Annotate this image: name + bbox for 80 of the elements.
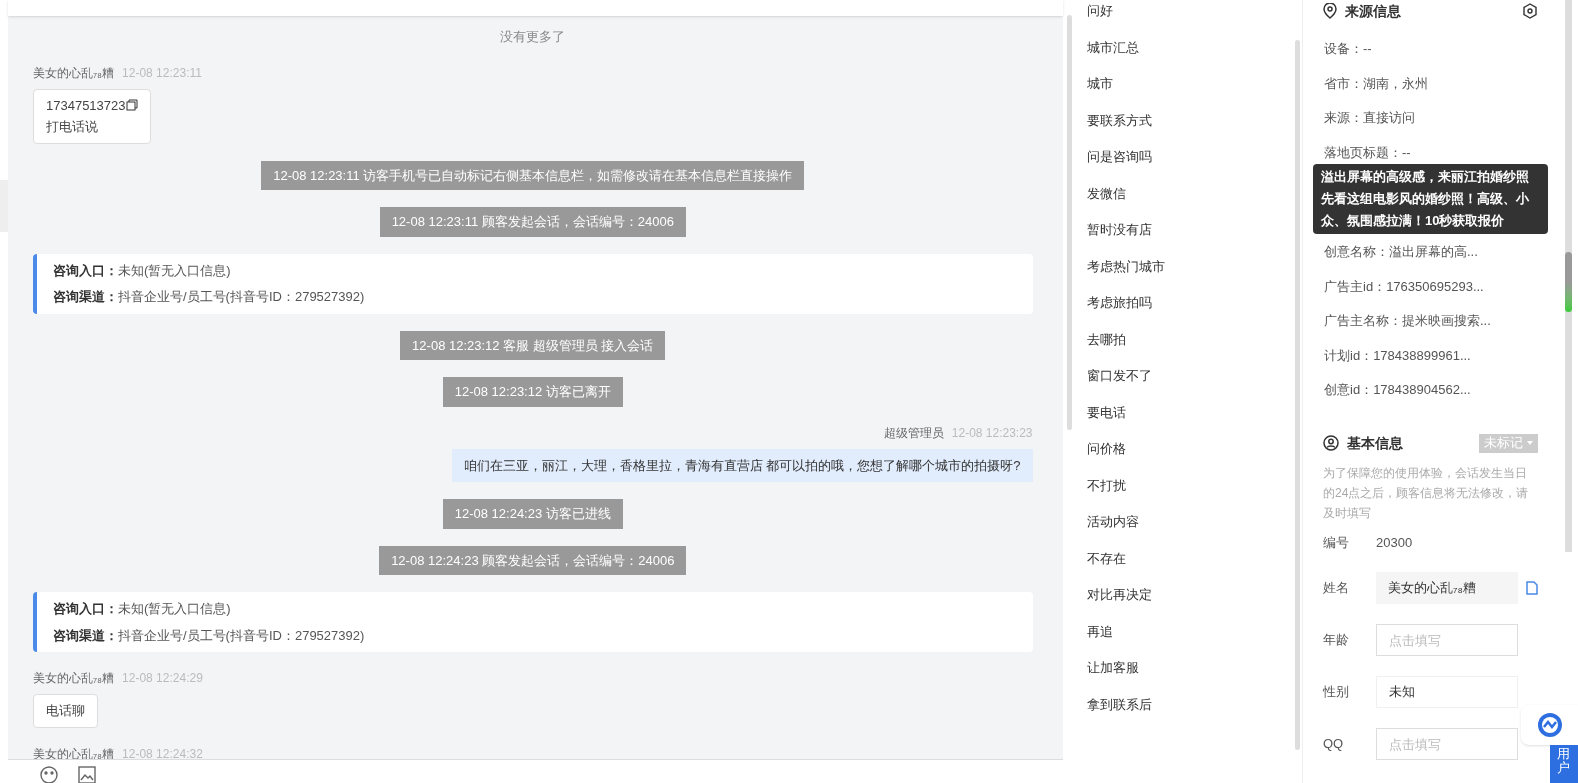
quick-reply-item[interactable]: 不打扰 xyxy=(1086,475,1292,495)
quick-reply-item[interactable]: 窗口发不了 xyxy=(1086,366,1292,386)
quick-reply-item[interactable]: 拿到联系后 xyxy=(1086,694,1292,714)
quick-reply-item[interactable]: 再追 xyxy=(1086,621,1292,641)
gender-select[interactable]: 未知 xyxy=(1376,676,1518,708)
source-row-text: 省市：湖南，永州 xyxy=(1324,74,1429,93)
sender-name: 美女的心乱₇₈糟 xyxy=(33,670,115,687)
input-field[interactable]: 点击填写 xyxy=(1376,624,1518,656)
name-field[interactable]: 美女的心乱₇₈糟 xyxy=(1376,572,1518,604)
quick-reply-item[interactable]: 问好 xyxy=(1086,1,1292,21)
field-label: 姓名 xyxy=(1323,579,1350,598)
quick-reply-item[interactable]: 城市汇总 xyxy=(1086,37,1292,57)
system-notice: 12-08 12:23:11 访客手机号已自动标记右侧基本信息栏，如需修改请在基本信息栏直接操作 xyxy=(261,160,805,190)
source-row-text: 计划id：178438899961... xyxy=(1324,346,1472,365)
system-notice: 12-08 12:23:12 访客已离开 xyxy=(442,377,623,407)
location-pin-icon xyxy=(1323,3,1337,19)
source-row-text: 来源：直接访问 xyxy=(1324,109,1416,127)
info-line: 咨询渠道：抖音企业号/员工号(抖音号ID：279527392) xyxy=(53,626,366,645)
field-label: 编号 xyxy=(1323,533,1350,552)
quick-reply-item[interactable]: 发微信 xyxy=(1086,183,1292,203)
scrollbar-thumb[interactable] xyxy=(1564,252,1572,312)
notice-text: 为了保障您的使用体验，会话发生当日的24点之后，顾客信息将无法修改，请及时填写 xyxy=(1323,464,1530,522)
message-bubble: 咱们在三亚，丽江，大理，香格里拉，青海有直营店 都可以拍的哦，您想了解哪个城市的拍摄呀? xyxy=(451,448,1033,482)
info-line: 咨询渠道：抖音企业号/员工号(抖音号ID：279527392) xyxy=(53,288,366,306)
source-row-text: 创意名称：溢出屏幕的高... xyxy=(1324,243,1479,261)
sender-name: 美女的心乱₇₈糟 xyxy=(33,64,115,82)
section-title: 基本信息 xyxy=(1347,433,1403,453)
quick-reply-item[interactable]: 去哪拍 xyxy=(1086,329,1292,349)
source-row-text: 广告主名称：提米映画搜索... xyxy=(1324,312,1492,330)
system-notice: 12-08 12:23:12 客服 超级管理员 接入会话 xyxy=(400,330,666,360)
scrollbar[interactable] xyxy=(1294,40,1300,750)
sender-name: 美女的心乱₇₈糟 xyxy=(33,745,115,759)
field-label: 性别 xyxy=(1323,683,1350,702)
source-row-text: 创意id：178438904562... xyxy=(1324,381,1472,399)
quick-reply-item[interactable]: 城市 xyxy=(1086,74,1292,94)
sender-name: 超级管理员 xyxy=(883,424,944,442)
system-notice: 12-08 12:24:23 访客已进线 xyxy=(442,499,623,529)
settings-icon[interactable] xyxy=(1522,3,1538,19)
caret-icon xyxy=(1527,441,1533,445)
source-row-text: 广告主id：176350695293... xyxy=(1324,277,1485,296)
quick-reply-item[interactable]: 考虑热门城市 xyxy=(1086,256,1292,276)
info-line: 咨询入口：未知(暂无入口信息) xyxy=(53,261,232,280)
emoji-icon[interactable] xyxy=(40,766,58,783)
image-icon[interactable] xyxy=(78,766,96,783)
message-time: 12-08 12:23:23 xyxy=(951,424,1033,442)
input-field[interactable]: 点击填写 xyxy=(1376,728,1518,760)
copy-icon[interactable] xyxy=(1526,581,1538,595)
info-line: 咨询入口：未知(暂无入口信息) xyxy=(53,600,232,618)
source-row-text: 落地页标题：-- xyxy=(1324,143,1412,162)
quick-reply-item[interactable]: 考虑旅拍吗 xyxy=(1086,293,1292,313)
field-value: 20300 xyxy=(1376,533,1413,552)
message-text: 17347513723 xyxy=(46,96,126,115)
scrollbar[interactable] xyxy=(1067,15,1073,430)
quick-reply-item[interactable]: 不存在 xyxy=(1086,548,1292,568)
system-notice: 12-08 12:24:23 顾客发起会话，会话编号：24006 xyxy=(379,545,687,575)
no-more-label: 没有更多了 xyxy=(500,28,566,46)
field-label: QQ xyxy=(1323,735,1345,754)
quick-reply-item[interactable]: 问价格 xyxy=(1086,439,1292,459)
source-row-text: 设备：-- xyxy=(1324,40,1373,58)
quick-reply-item[interactable]: 暂时没有店 xyxy=(1086,220,1292,240)
quick-reply-item[interactable]: 要联系方式 xyxy=(1086,110,1292,130)
side-tab[interactable]: 用户 xyxy=(1550,745,1578,783)
quick-reply-item[interactable]: 问是咨询吗 xyxy=(1086,147,1292,167)
message-time: 12-08 12:23:11 xyxy=(122,64,202,82)
system-notice: 12-08 12:23:11 顾客发起会话，会话编号：24006 xyxy=(379,207,686,237)
tooltip: 溢出屏幕的高级感，来丽江拍婚纱照先看这组电影风的婚纱照！高级、小众、氛围感拉满！10秒获取报价 xyxy=(1313,164,1548,234)
copy-icon[interactable] xyxy=(125,99,138,112)
user-circle-icon xyxy=(1323,435,1339,451)
quick-reply-item[interactable]: 活动内容 xyxy=(1086,512,1292,532)
message-time: 12-08 12:24:32 xyxy=(122,745,203,759)
quick-reply-item[interactable]: 对比再决定 xyxy=(1086,585,1292,605)
quick-reply-item[interactable]: 让加客服 xyxy=(1086,658,1292,678)
message-text: 电话聊 xyxy=(46,702,85,720)
message-text: 打电话说 xyxy=(46,118,98,136)
message-time: 12-08 12:24:29 xyxy=(122,670,203,687)
assistant-logo-icon xyxy=(1536,712,1563,738)
section-title: 来源信息 xyxy=(1345,1,1401,21)
quick-reply-item[interactable]: 要电话 xyxy=(1086,402,1292,422)
assistant-widget[interactable] xyxy=(1521,705,1578,745)
field-label: 年龄 xyxy=(1323,631,1350,650)
